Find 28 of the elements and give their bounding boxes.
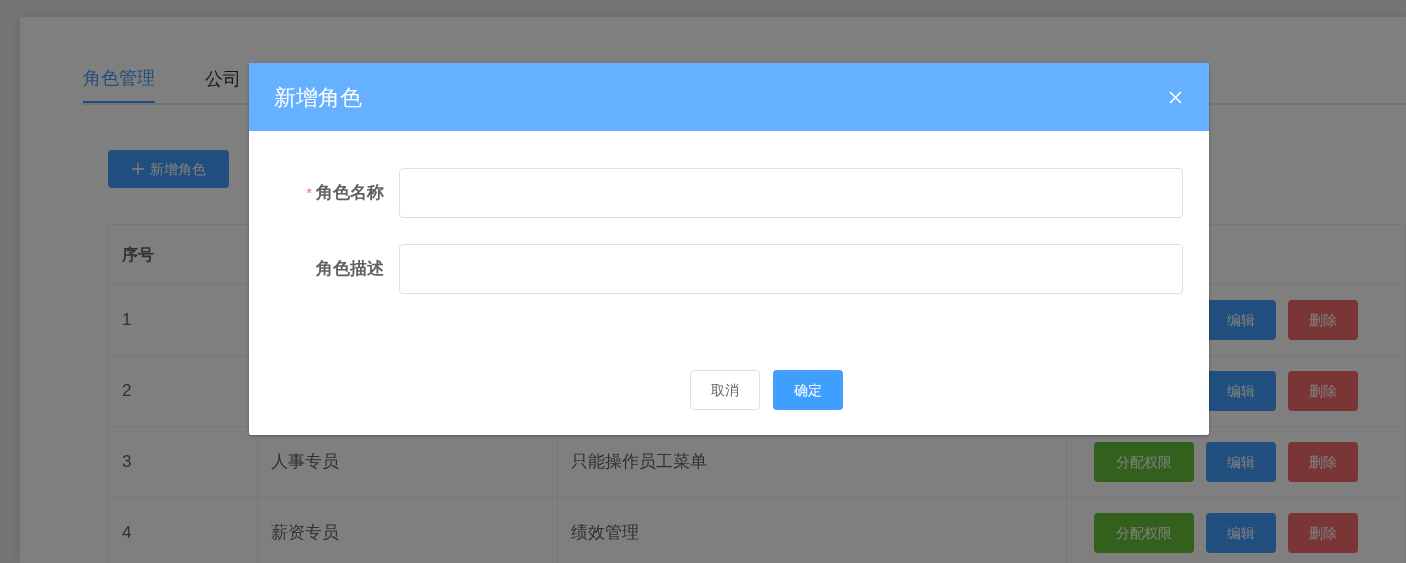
tab[interactable]: 角色管理	[83, 55, 155, 103]
delete-button[interactable]: 删除	[1288, 442, 1358, 482]
dialog-title: 新增角色	[274, 83, 362, 112]
table-cell-text: 3	[122, 451, 132, 474]
tab[interactable]: 公司	[205, 55, 241, 103]
field-label: 角色名称	[316, 182, 384, 205]
delete-button[interactable]: 删除	[1288, 371, 1358, 411]
edit-button[interactable]: 编辑	[1206, 371, 1276, 411]
table-cell-text: 只能操作员工菜单	[571, 451, 707, 474]
edit-button[interactable]: 编辑	[1206, 300, 1276, 340]
table-cell-text: 薪资专员	[271, 522, 339, 545]
assign-permissions-button[interactable]: 分配权限	[1094, 442, 1194, 482]
required-mark: *	[306, 183, 312, 203]
table-cell-text: 绩效管理	[571, 522, 639, 545]
delete-button[interactable]: 删除	[1288, 513, 1358, 553]
assign-permissions-button[interactable]: 分配权限	[1094, 513, 1194, 553]
edit-button[interactable]: 编辑	[1206, 513, 1276, 553]
add-role-button[interactable]: 新增角色	[108, 150, 229, 188]
table-cell-text: 1	[122, 309, 132, 332]
column-header: 序号	[122, 244, 154, 265]
delete-button[interactable]: 删除	[1288, 300, 1358, 340]
edit-button[interactable]: 编辑	[1206, 442, 1276, 482]
table-cell-text: 人事专员	[271, 451, 339, 474]
cancel-button[interactable]: 取消	[690, 370, 760, 410]
confirm-button[interactable]: 确定	[773, 370, 843, 410]
field-label: 角色描述	[316, 258, 384, 281]
table-cell-text: 2	[122, 380, 132, 403]
table-cell-text: 4	[122, 522, 132, 545]
